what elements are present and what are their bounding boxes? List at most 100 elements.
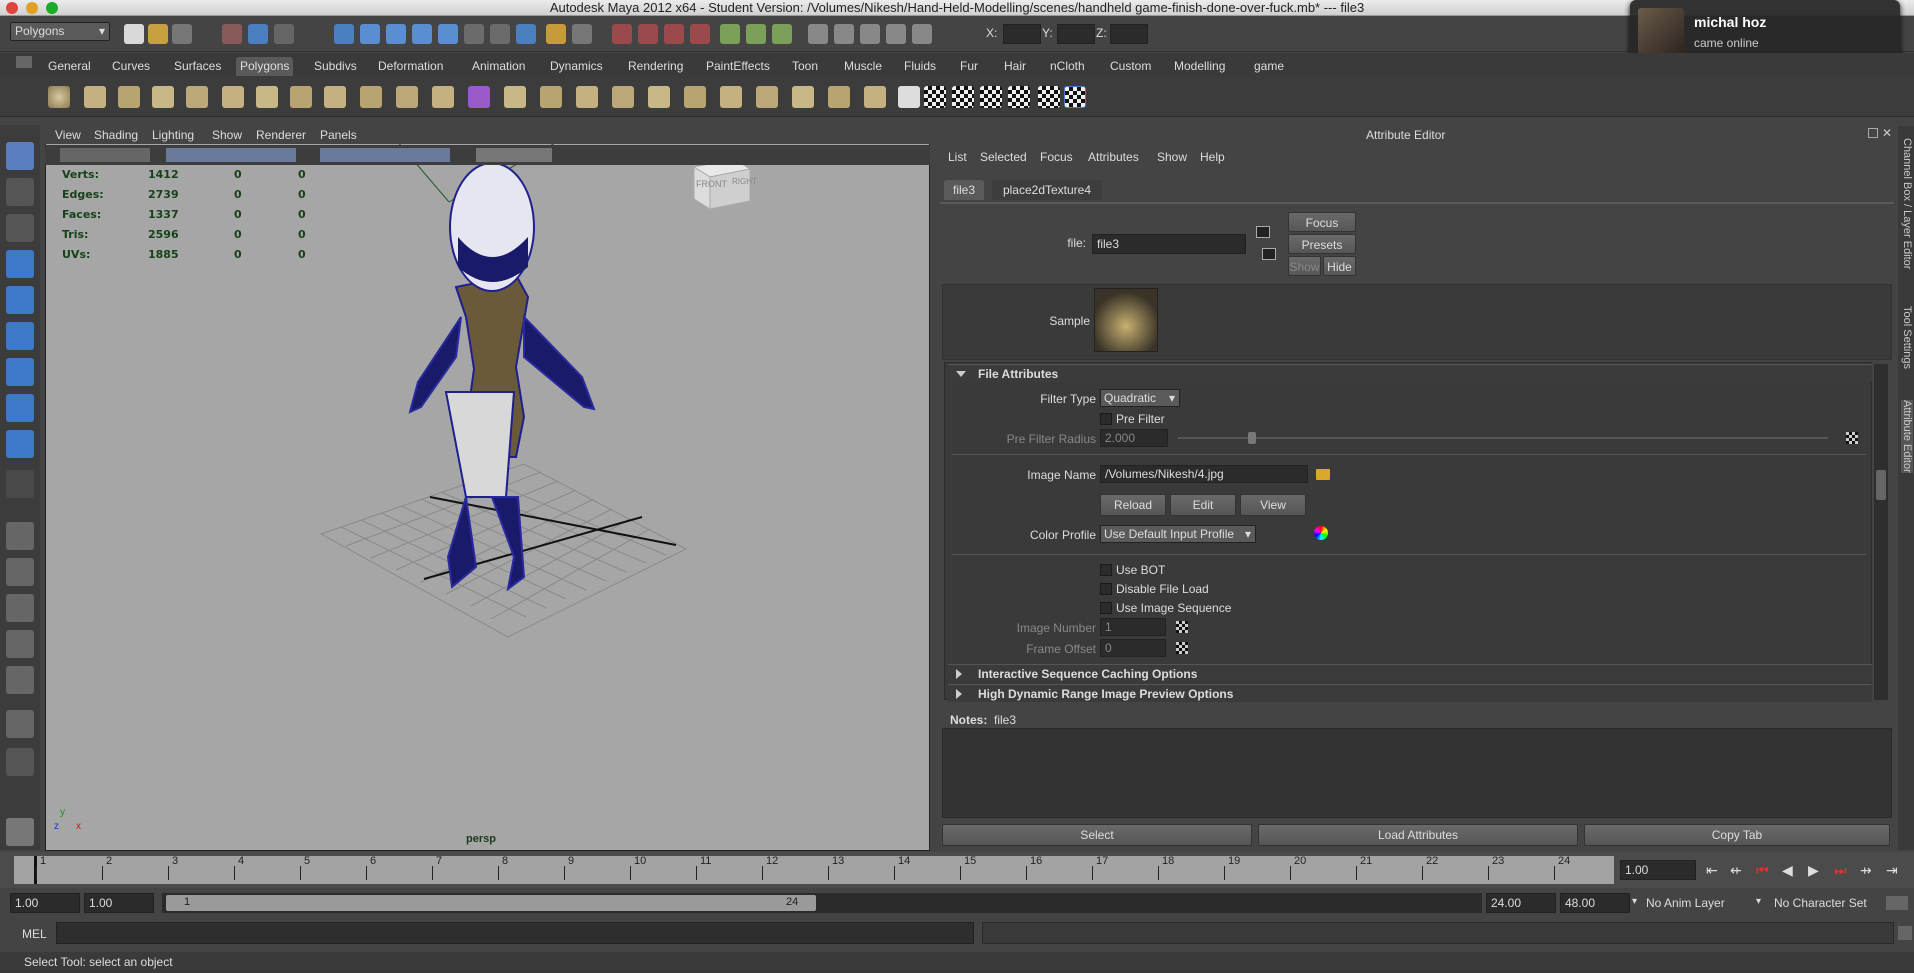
ipr-render-icon[interactable] [638, 24, 658, 44]
tab-surfaces[interactable]: Surfaces [170, 57, 225, 76]
image-number-field[interactable]: 1 [1100, 618, 1166, 636]
scale-tool-icon[interactable] [6, 322, 34, 350]
output-connection-icon[interactable] [1262, 248, 1276, 260]
paint-select-icon[interactable] [6, 214, 34, 242]
tab-fur[interactable]: Fur [956, 57, 982, 76]
empty-tool-icon[interactable] [6, 470, 34, 498]
panels-icon[interactable] [886, 24, 906, 44]
view-button[interactable]: View [1240, 494, 1306, 516]
select-object-icon[interactable] [248, 24, 268, 44]
notes-textarea[interactable] [942, 728, 1892, 818]
section-interactive-caching[interactable]: Interactive Sequence Caching Options [948, 664, 1872, 682]
open-scene-icon[interactable] [148, 24, 168, 44]
tab-ncloth[interactable]: nCloth [1046, 57, 1089, 76]
color-management-icon[interactable] [1314, 526, 1328, 540]
tab-attribute-editor[interactable]: Attribute Editor [1901, 400, 1913, 473]
layout-outliner-icon[interactable] [6, 594, 34, 622]
tab-modelling[interactable]: Modelling [1170, 57, 1229, 76]
show-button[interactable]: Show [1288, 256, 1321, 276]
edit-button[interactable]: Edit [1170, 494, 1236, 516]
go-to-start-icon[interactable]: ⇤ [1706, 862, 1718, 879]
step-forward-key-icon[interactable]: ⇸ [1860, 862, 1872, 879]
render-settings-icon[interactable] [664, 24, 684, 44]
shading-modes-icon[interactable] [320, 148, 450, 162]
bevel-icon[interactable] [756, 86, 778, 108]
current-time-field[interactable]: 1.00 [1620, 860, 1696, 880]
map-button-icon[interactable] [1846, 432, 1858, 444]
manipulator-icon[interactable] [6, 358, 34, 386]
pre-filter-slider-track[interactable] [1178, 437, 1828, 439]
hypershade-icon[interactable] [690, 24, 710, 44]
display-toggles-icon[interactable] [166, 148, 296, 162]
mirror-icon[interactable] [828, 86, 850, 108]
layout-hypershade-icon[interactable] [6, 666, 34, 694]
reload-button[interactable]: Reload [1100, 494, 1166, 516]
presets-button[interactable]: Presets [1288, 234, 1356, 254]
tab-dynamics[interactable]: Dynamics [546, 57, 607, 76]
range-slider-bar[interactable]: 1 24 [166, 895, 816, 911]
select-tool-icon[interactable] [6, 142, 34, 170]
tab-channel-box[interactable]: Channel Box / Layer Editor [1901, 138, 1913, 269]
tab-rendering[interactable]: Rendering [624, 57, 687, 76]
copy-tab-button[interactable]: Copy Tab [1584, 824, 1890, 846]
highlight-icon[interactable] [572, 24, 592, 44]
script-editor-icon[interactable] [1898, 926, 1912, 940]
soft-mod-icon[interactable] [6, 394, 34, 422]
checker-auto-icon[interactable] [1038, 86, 1060, 108]
auto-key-icon[interactable] [1886, 896, 1908, 910]
filter-type-dropdown[interactable]: Quadratic ▾ [1100, 389, 1180, 407]
x-field[interactable] [1003, 24, 1041, 44]
mel-label[interactable]: MEL [22, 927, 47, 941]
ae-menu-show[interactable]: Show [1157, 150, 1187, 164]
layout-custom-icon[interactable] [6, 710, 34, 738]
tab-place2dtexture4[interactable]: place2dTexture4 [992, 180, 1102, 200]
append-polygon-icon[interactable] [576, 86, 598, 108]
tab-hair[interactable]: Hair [1000, 57, 1030, 76]
mel-input[interactable] [56, 922, 974, 944]
inputs-icon[interactable] [490, 24, 510, 44]
tab-fluids[interactable]: Fluids [900, 57, 940, 76]
rotate-tool-icon[interactable] [6, 286, 34, 314]
poly-sphere-icon[interactable] [48, 86, 70, 108]
time-slider-track[interactable] [14, 856, 1614, 884]
playback-start-field[interactable]: 1.00 [84, 893, 154, 913]
tab-painteffects[interactable]: PaintEffects [702, 57, 774, 76]
snap-curve-icon[interactable] [386, 24, 406, 44]
poly-cylinder-icon[interactable] [118, 86, 140, 108]
poly-prism-icon[interactable] [256, 86, 278, 108]
start-time-field[interactable]: 1.00 [10, 893, 80, 913]
poly-cube-icon[interactable] [84, 86, 106, 108]
map-button-icon[interactable] [1176, 642, 1188, 654]
use-image-sequence-checkbox[interactable] [1100, 602, 1112, 614]
menu-set-dropdown[interactable]: Polygons ▾ [10, 22, 110, 41]
tab-curves[interactable]: Curves [108, 57, 154, 76]
map-button-icon[interactable] [1176, 621, 1188, 633]
snap-point-icon[interactable] [412, 24, 432, 44]
tab-polygons[interactable]: Polygons [236, 57, 294, 76]
filter-icon[interactable] [334, 24, 354, 44]
viewport-menu-view[interactable]: View [55, 128, 81, 142]
scrollbar-thumb[interactable] [1876, 470, 1886, 500]
poly-cone-icon[interactable] [152, 86, 174, 108]
render-region-icon[interactable] [746, 24, 766, 44]
section-file-attributes[interactable]: File Attributes [948, 364, 1872, 382]
folder-icon[interactable] [1316, 469, 1330, 480]
help-icon[interactable] [516, 24, 536, 44]
checker-icon[interactable] [924, 86, 946, 108]
layout-icon[interactable] [808, 24, 828, 44]
focus-button[interactable]: Focus [1288, 212, 1356, 232]
tab-deformation[interactable]: Deformation [374, 57, 447, 76]
bridge-icon[interactable] [540, 86, 562, 108]
poly-plane-icon[interactable] [186, 86, 208, 108]
poly-torus-icon[interactable] [222, 86, 244, 108]
save-scene-icon[interactable] [172, 24, 192, 44]
select-hierarchy-icon[interactable] [222, 24, 242, 44]
uv-editor-icon[interactable] [898, 86, 920, 108]
ae-menu-selected[interactable]: Selected [980, 150, 1027, 164]
insert-edge-loop-icon[interactable] [648, 86, 670, 108]
checker-planar-icon[interactable] [952, 86, 974, 108]
snap-grid-icon[interactable] [360, 24, 380, 44]
isolate-icons[interactable] [476, 148, 552, 162]
tab-general[interactable]: General [44, 57, 95, 76]
section-hdr-preview[interactable]: High Dynamic Range Image Preview Options [948, 684, 1872, 702]
